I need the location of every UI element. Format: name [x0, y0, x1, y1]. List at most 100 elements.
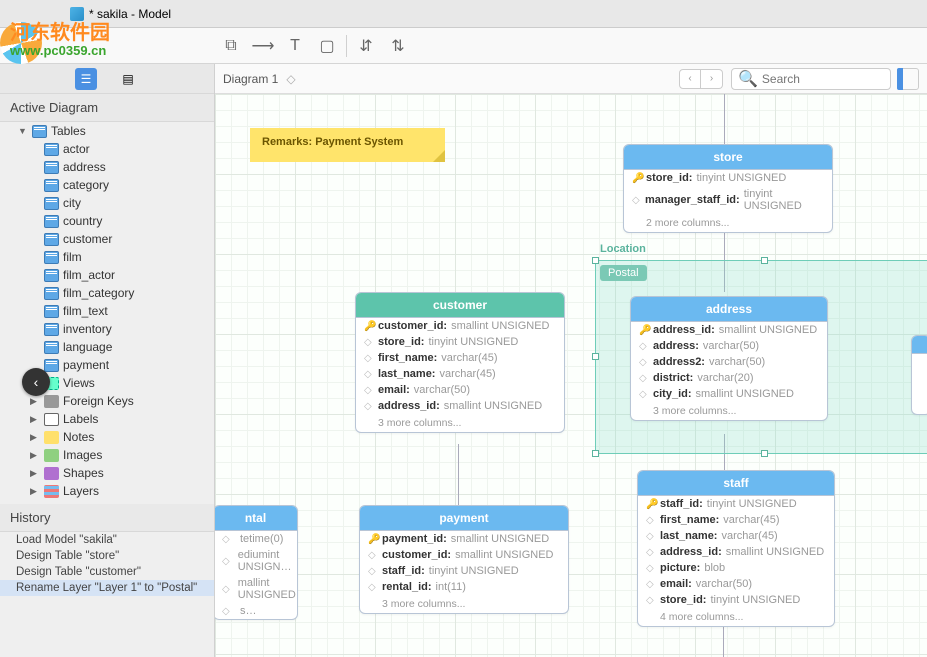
search-box[interactable]: 🔍	[731, 68, 891, 90]
column-row[interactable]: 🔑address_id: smallint UNSIGNED	[631, 322, 827, 338]
shape-tool-icon[interactable]: ▢	[316, 35, 338, 57]
expand-icon[interactable]: ▶	[30, 432, 40, 443]
diamond-icon: ◇	[368, 566, 378, 577]
column-row[interactable]: ◇first_name: varchar(45)	[356, 350, 564, 366]
table-item-film_actor[interactable]: film_actor	[0, 266, 214, 284]
table-item-country[interactable]: country	[0, 212, 214, 230]
entity-staff[interactable]: staff 🔑staff_id: tinyint UNSIGNED◇first_…	[637, 470, 835, 627]
column-row[interactable]: ◇store_id: tinyint UNSIGNED	[638, 592, 834, 608]
table-item-customer[interactable]: customer	[0, 230, 214, 248]
table-icon	[44, 197, 59, 210]
diagram-selector[interactable]: Diagram 1◇	[223, 72, 296, 86]
more-columns[interactable]: 3 more columns...	[356, 414, 564, 432]
diamond-icon: ◇	[364, 369, 374, 380]
expand-icon[interactable]: ▶	[30, 396, 40, 407]
more-columns[interactable]: 4 more columns...	[638, 608, 834, 626]
table-item-film_text[interactable]: film_text	[0, 302, 214, 320]
group-tool-icon[interactable]: ⧉	[220, 35, 242, 57]
table-item-city[interactable]: city	[0, 194, 214, 212]
column-row[interactable]: ◇first_name: varchar(45)	[638, 512, 834, 528]
diamond-icon: ◇	[222, 606, 232, 617]
column-row[interactable]: ◇last_name: varchar(45)	[356, 366, 564, 382]
group-icon	[44, 431, 59, 444]
collapse-icon[interactable]: ▼	[18, 126, 28, 136]
column-row[interactable]: ◇ tetime(0)	[215, 531, 297, 547]
column-row[interactable]: ◇ mallint UNSIGNED	[215, 575, 297, 603]
table-item-actor[interactable]: actor	[0, 140, 214, 158]
group-shapes[interactable]: ▶Shapes	[0, 464, 214, 482]
next-arrow-icon[interactable]: ›	[701, 69, 723, 89]
column-row[interactable]: ◇email: varchar(50)	[356, 382, 564, 398]
table-item-inventory[interactable]: inventory	[0, 320, 214, 338]
column-row[interactable]: 🔑staff_id: tinyint UNSIGNED	[638, 496, 834, 512]
history-item[interactable]: Rename Layer "Layer 1" to "Postal"	[0, 580, 214, 596]
group-layers[interactable]: ▶Layers	[0, 482, 214, 500]
list-view-icon[interactable]: ▤	[117, 68, 139, 90]
text-tool-icon[interactable]: T	[284, 35, 306, 57]
history-header: History	[0, 504, 214, 532]
entity-title: ntal	[215, 506, 297, 531]
relation-tool-icon[interactable]: ⟶	[252, 35, 274, 57]
key-icon: 🔑	[639, 325, 649, 336]
expand-icon[interactable]: ▶	[30, 486, 40, 497]
entity-payment[interactable]: payment 🔑payment_id: smallint UNSIGNED◇c…	[359, 505, 569, 614]
diamond-icon: ◇	[646, 595, 656, 606]
column-row[interactable]: ◇picture: blob	[638, 560, 834, 576]
model-tab[interactable]: * sakila - Model	[60, 3, 181, 25]
expand-icon[interactable]: ▶	[30, 414, 40, 425]
more-columns[interactable]: 3 more columns...	[631, 402, 827, 420]
column-row[interactable]: ◇ s…	[215, 603, 297, 619]
search-input[interactable]	[762, 72, 884, 86]
history-item[interactable]: Design Table "customer"	[0, 564, 214, 580]
history-item[interactable]: Load Model "sakila"	[0, 532, 214, 548]
entity-address[interactable]: address 🔑address_id: smallint UNSIGNED◇a…	[630, 296, 828, 421]
column-row[interactable]: ◇store_id: tinyint UNSIGNED	[356, 334, 564, 350]
table-item-film_category[interactable]: film_category	[0, 284, 214, 302]
diamond-icon: ◇	[646, 515, 656, 526]
column-row[interactable]: 🔑store_id: tinyint UNSIGNED	[624, 170, 832, 186]
column-row[interactable]: ◇address_id: smallint UNSIGNED	[356, 398, 564, 414]
table-item-language[interactable]: language	[0, 338, 214, 356]
column-row[interactable]: 🔑customer_id: smallint UNSIGNED	[356, 318, 564, 334]
column-row[interactable]: ◇address2: varchar(50)	[631, 354, 827, 370]
entity-partial[interactable]	[911, 335, 927, 415]
group-notes[interactable]: ▶Notes	[0, 428, 214, 446]
outline-view-icon[interactable]: ☰	[75, 68, 97, 90]
column-row[interactable]: ◇manager_staff_id: tinyint UNSIGNED	[624, 186, 832, 214]
back-button[interactable]: ‹	[22, 368, 50, 396]
diagram-canvas[interactable]: Remarks: Payment System Location Postal	[215, 94, 927, 657]
column-row[interactable]: ◇city_id: smallint UNSIGNED	[631, 386, 827, 402]
entity-rental[interactable]: ntal ◇ tetime(0)◇ ediumint UNSIGN…◇ mall…	[215, 505, 298, 620]
column-row[interactable]: ◇ ediumint UNSIGN…	[215, 547, 297, 575]
tables-node[interactable]: ▼ Tables	[0, 122, 214, 140]
table-item-category[interactable]: category	[0, 176, 214, 194]
history-item[interactable]: Design Table "store"	[0, 548, 214, 564]
group-labels[interactable]: ▶Labels	[0, 410, 214, 428]
forward-tool-icon[interactable]: ⇅	[387, 35, 409, 57]
entity-store[interactable]: store 🔑store_id: tinyint UNSIGNED◇manage…	[623, 144, 833, 233]
table-icon	[44, 359, 59, 372]
column-row[interactable]: ◇address_id: smallint UNSIGNED	[638, 544, 834, 560]
panel-toggle-icon[interactable]	[897, 68, 919, 90]
expand-icon[interactable]: ▶	[30, 450, 40, 461]
column-row[interactable]: 🔑payment_id: smallint UNSIGNED	[360, 531, 568, 547]
more-columns[interactable]: 3 more columns...	[360, 595, 568, 613]
expand-icon[interactable]: ▶	[30, 468, 40, 479]
key-icon: 🔑	[364, 321, 374, 332]
column-row[interactable]: ◇email: varchar(50)	[638, 576, 834, 592]
entity-customer[interactable]: customer 🔑customer_id: smallint UNSIGNED…	[355, 292, 565, 433]
table-item-film[interactable]: film	[0, 248, 214, 266]
table-item-address[interactable]: address	[0, 158, 214, 176]
reverse-tool-icon[interactable]: ⇵	[355, 35, 377, 57]
prev-arrow-icon[interactable]: ‹	[679, 69, 701, 89]
column-row[interactable]: ◇rental_id: int(11)	[360, 579, 568, 595]
column-row[interactable]: ◇address: varchar(50)	[631, 338, 827, 354]
column-row[interactable]: ◇district: varchar(20)	[631, 370, 827, 386]
column-row[interactable]: ◇customer_id: smallint UNSIGNED	[360, 547, 568, 563]
column-row[interactable]: ◇last_name: varchar(45)	[638, 528, 834, 544]
group-images[interactable]: ▶Images	[0, 446, 214, 464]
remark-note[interactable]: Remarks: Payment System	[250, 128, 445, 162]
diamond-icon: ◇	[368, 550, 378, 561]
more-columns[interactable]: 2 more columns...	[624, 214, 832, 232]
column-row[interactable]: ◇staff_id: tinyint UNSIGNED	[360, 563, 568, 579]
